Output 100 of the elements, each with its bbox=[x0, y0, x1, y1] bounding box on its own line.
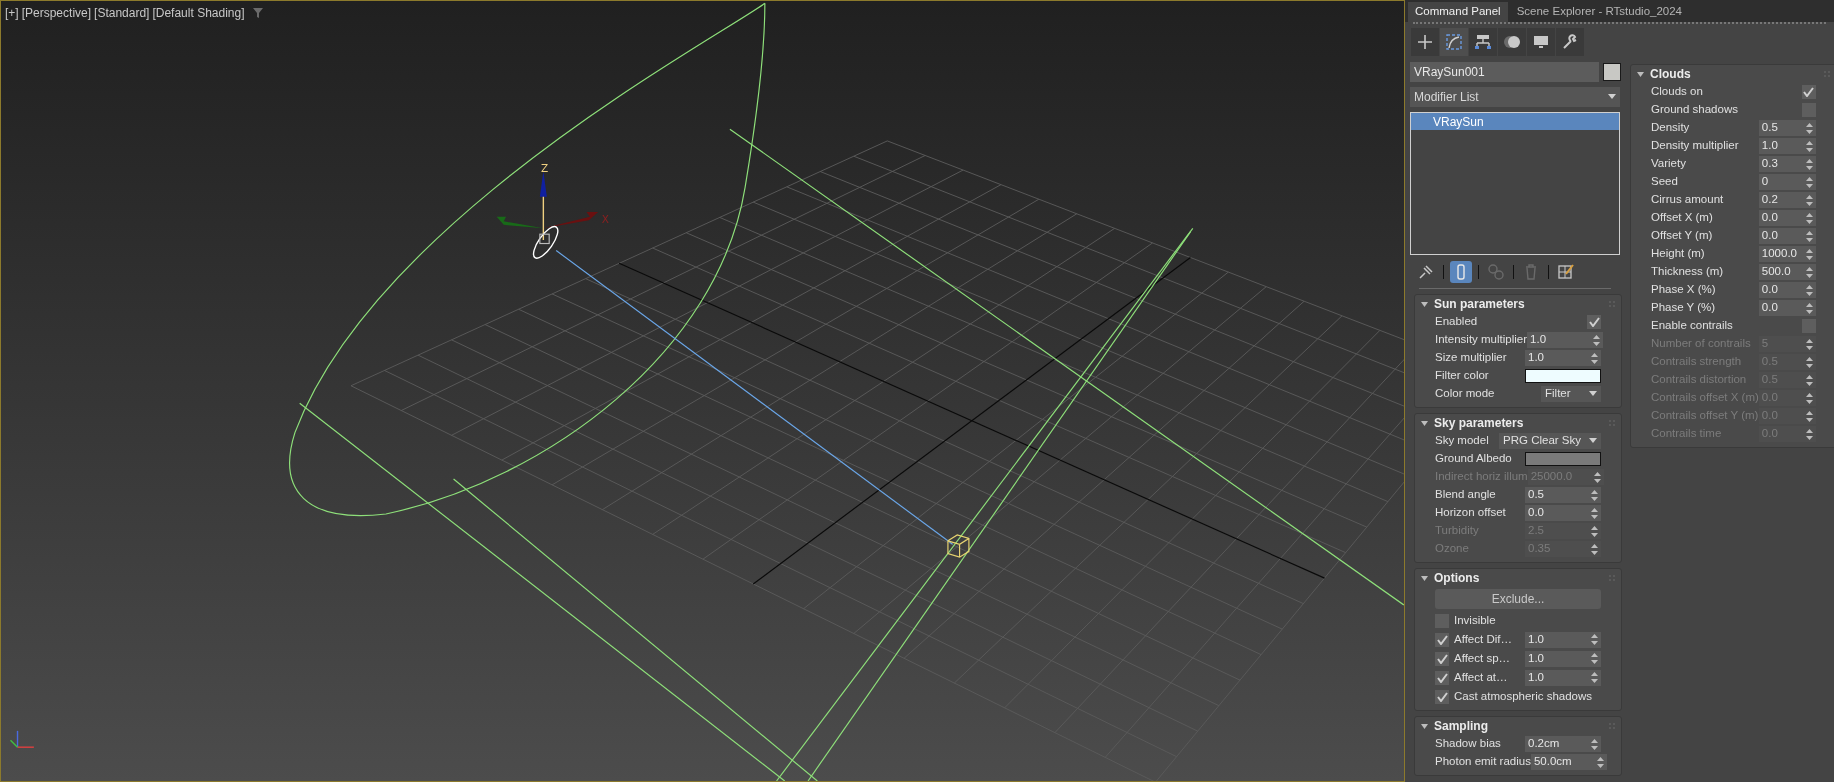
spinner-field[interactable]: 1.0 bbox=[1525, 669, 1601, 686]
viewport-menu-label[interactable]: [Perspective] bbox=[21, 4, 92, 22]
caret-icon bbox=[1608, 94, 1616, 100]
stack-tool-button[interactable] bbox=[1450, 261, 1472, 283]
checkbox[interactable] bbox=[1801, 85, 1816, 99]
field-label: Cirrus amount bbox=[1651, 192, 1725, 208]
panel-tab[interactable]: Command Panel bbox=[1408, 2, 1508, 22]
axis-label: Z bbox=[541, 162, 549, 175]
field-label: Shadow bias bbox=[1435, 736, 1502, 752]
spinner-arrows-icon bbox=[1593, 471, 1601, 483]
viewport-menu-label[interactable]: [+] bbox=[5, 4, 19, 22]
spinner-arrows-icon bbox=[1591, 525, 1598, 537]
grid-pencil-icon bbox=[1556, 262, 1576, 282]
spinner-field[interactable]: 0.5 bbox=[1525, 487, 1601, 503]
check-icon bbox=[1588, 317, 1600, 327]
spinner-field[interactable]: 0.5 bbox=[1758, 120, 1816, 136]
checkbox[interactable] bbox=[1435, 651, 1449, 666]
spinner-field[interactable]: 0.0 bbox=[1525, 505, 1601, 521]
spinner-arrows-icon bbox=[1805, 392, 1813, 404]
spinner-arrows-icon bbox=[1591, 634, 1598, 645]
spinner-field[interactable]: 0.3 bbox=[1758, 156, 1816, 172]
dropdown[interactable]: Filter bbox=[1541, 386, 1601, 402]
field-label: Size multiplier bbox=[1435, 350, 1508, 366]
command-panel-tab[interactable] bbox=[1411, 28, 1439, 56]
spinner-field[interactable]: 1.0 bbox=[1527, 332, 1604, 348]
rollout-title[interactable]: Options bbox=[1434, 569, 1480, 587]
command-panel-tab[interactable] bbox=[1440, 28, 1468, 56]
axis-tripod-icon bbox=[9, 730, 35, 748]
modifier-list-dropdown[interactable]: Modifier List bbox=[1410, 87, 1620, 107]
field-label: Cast atmospheric shadows bbox=[1454, 688, 1594, 704]
rollout-title[interactable]: Sky parameters bbox=[1434, 414, 1524, 432]
check-icon bbox=[1436, 691, 1448, 702]
spinner-field[interactable]: 0.0 bbox=[1758, 300, 1816, 316]
spinner-field[interactable]: 0.0 bbox=[1758, 210, 1816, 226]
sun-gizmo-drawing[interactable] bbox=[496, 171, 599, 259]
field-label: Height (m) bbox=[1651, 246, 1706, 262]
spinner-field[interactable]: 1.0 bbox=[1758, 138, 1816, 154]
exclude-button[interactable]: Exclude... bbox=[1435, 589, 1601, 609]
field-label: Ground Albedo bbox=[1435, 451, 1513, 467]
viewport-menu-label[interactable]: [Standard] bbox=[94, 4, 150, 22]
stack-item[interactable]: VRaySun bbox=[1411, 113, 1619, 130]
checkbox[interactable] bbox=[1435, 632, 1449, 647]
collapse-caret-icon bbox=[1421, 575, 1428, 581]
spinner-arrows-icon bbox=[1805, 140, 1813, 152]
rollout-title[interactable]: Sun parameters bbox=[1434, 295, 1525, 313]
field-label: Horizon offset bbox=[1435, 505, 1507, 521]
checkbox[interactable] bbox=[1587, 315, 1601, 329]
check-icon bbox=[1436, 672, 1448, 683]
object-name-field[interactable]: VRaySun001 bbox=[1410, 62, 1599, 82]
object-color-swatch[interactable] bbox=[1603, 63, 1621, 81]
command-panel-tab[interactable] bbox=[1527, 28, 1555, 56]
check-icon bbox=[1436, 634, 1448, 645]
spinner-arrows-icon bbox=[1591, 738, 1598, 750]
rollout-title[interactable]: Sampling bbox=[1434, 717, 1488, 735]
spinner-arrows-icon bbox=[1805, 248, 1813, 260]
field-label: Offset X (m) bbox=[1651, 210, 1714, 226]
field-label: Density multiplier bbox=[1651, 138, 1740, 154]
spinner-arrows-icon bbox=[1591, 352, 1598, 364]
caret-icon bbox=[1589, 391, 1597, 397]
command-panel-tab[interactable] bbox=[1469, 28, 1497, 56]
checkbox[interactable] bbox=[1435, 670, 1449, 685]
color-swatch[interactable] bbox=[1525, 369, 1601, 383]
spinner-arrows-icon bbox=[1805, 266, 1813, 278]
field-label: Variety bbox=[1651, 156, 1687, 172]
panel-tab[interactable]: Scene Explorer - RTstudio_2024 bbox=[1509, 2, 1689, 22]
field-label: Seed bbox=[1651, 174, 1679, 190]
viewport[interactable]: Z X [+] [Perspective] [Standard] [Default Shading] bbox=[0, 0, 1405, 782]
spinner-field[interactable]: 50.0cm bbox=[1530, 754, 1607, 770]
spinner-field[interactable]: 1.0 bbox=[1525, 350, 1601, 366]
color-swatch[interactable] bbox=[1525, 452, 1601, 466]
spinner-arrows-icon bbox=[1591, 543, 1598, 555]
spinner-field[interactable]: 0 bbox=[1758, 174, 1816, 190]
spinner-arrows-icon bbox=[1591, 489, 1598, 501]
field-label: Affect Dif… bbox=[1454, 631, 1513, 647]
command-panel-tab[interactable] bbox=[1556, 28, 1584, 56]
spinner-field[interactable]: 1000.0 bbox=[1758, 246, 1816, 262]
checkbox[interactable] bbox=[1435, 689, 1449, 704]
spinner-arrows-icon bbox=[1805, 302, 1813, 314]
target-cube-icon[interactable] bbox=[947, 534, 970, 558]
spinner-arrows-icon bbox=[1805, 176, 1813, 188]
dropdown[interactable]: PRG Clear Sky bbox=[1499, 433, 1601, 449]
spinner-field[interactable]: 500.0 bbox=[1758, 264, 1816, 280]
filter-icon bbox=[251, 7, 264, 19]
viewport-menu-label[interactable]: [Default Shading] bbox=[152, 4, 245, 22]
caret-icon bbox=[1589, 438, 1597, 444]
check-icon bbox=[1803, 87, 1815, 97]
rollout-title[interactable]: Clouds bbox=[1650, 65, 1691, 83]
field-label: Offset Y (m) bbox=[1651, 228, 1714, 244]
spinner-field[interactable]: 0.2cm bbox=[1525, 736, 1601, 752]
field-label: Ground shadows bbox=[1651, 102, 1739, 118]
spinner-field[interactable]: 1.0 bbox=[1525, 631, 1601, 648]
spinner-field[interactable]: 1.0 bbox=[1525, 650, 1601, 667]
command-panel-tab[interactable] bbox=[1498, 28, 1526, 56]
spinner-arrows-icon bbox=[1805, 230, 1813, 242]
plus-icon bbox=[1415, 32, 1435, 52]
spinner-field[interactable]: 0.0 bbox=[1758, 282, 1816, 298]
spinner-field[interactable]: 0.2 bbox=[1758, 192, 1816, 208]
spinner-arrows-icon bbox=[1805, 158, 1813, 170]
field-label: Sky model bbox=[1435, 433, 1490, 449]
spinner-field[interactable]: 0.0 bbox=[1758, 228, 1816, 244]
